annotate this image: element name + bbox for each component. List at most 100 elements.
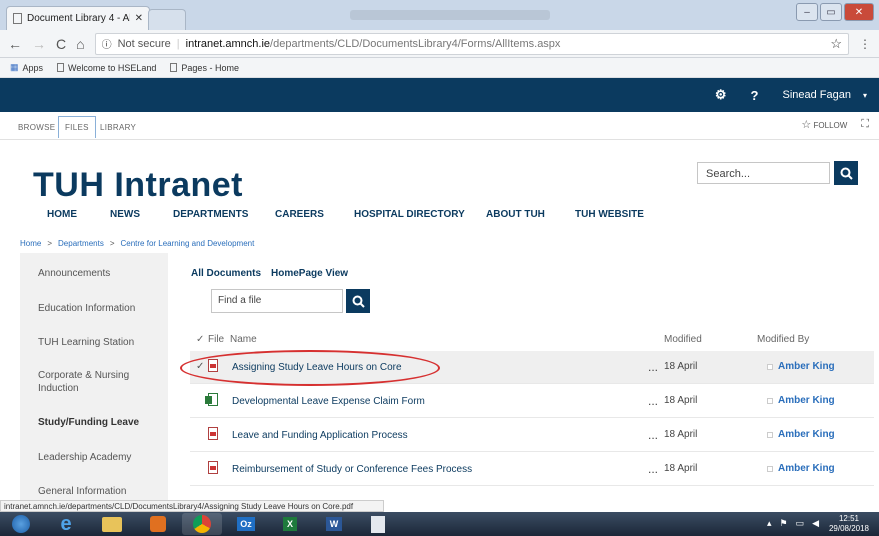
forward-arrow-icon[interactable]: →: [32, 36, 46, 52]
bookmark-pages-home[interactable]: Pages - Home: [170, 63, 239, 73]
more-options-button[interactable]: ...: [648, 462, 658, 476]
chevron-down-icon: ▾: [862, 90, 867, 100]
find-file-input[interactable]: Find a file: [211, 289, 343, 313]
chrome-icon[interactable]: [182, 513, 222, 535]
system-tray: ▴ ⚑ ▭ ◀: [767, 518, 819, 529]
excel-taskbar-icon[interactable]: X: [270, 513, 310, 535]
breadcrumb-separator: >: [47, 239, 53, 248]
file-name-link[interactable]: Reimbursement of Study or Conference Fee…: [232, 464, 472, 475]
status-bar-url: intranet.amnch.ie/departments/CLD/Docume…: [0, 500, 384, 512]
tab-library[interactable]: LIBRARY: [94, 116, 142, 138]
breadcrumb-home[interactable]: Home: [20, 239, 41, 248]
leftnav-item-study-funding-leave[interactable]: Study/Funding Leave: [38, 416, 158, 429]
file-name-link[interactable]: Leave and Funding Application Process: [232, 430, 408, 441]
tab-browse[interactable]: BROWSE: [12, 116, 61, 138]
media-player-icon[interactable]: [138, 513, 178, 535]
home-icon[interactable]: ⌂: [76, 36, 84, 52]
start-button[interactable]: [4, 513, 38, 535]
outlook-icon[interactable]: Oz: [226, 513, 266, 535]
find-file-button[interactable]: [346, 289, 370, 313]
nav-departments[interactable]: DEPARTMENTS: [173, 209, 248, 220]
leftnav-item-education-information[interactable]: Education Information: [38, 302, 158, 315]
page-icon: [170, 63, 178, 72]
more-options-button[interactable]: ...: [648, 428, 658, 442]
bookmark-star-icon[interactable]: ☆: [830, 36, 842, 52]
word-icon[interactable]: W: [314, 513, 354, 535]
nav-home[interactable]: HOME: [47, 209, 77, 220]
breadcrumb-separator: >: [109, 239, 115, 248]
flag-icon[interactable]: ⚑: [779, 518, 787, 529]
tab-files[interactable]: FILES: [58, 116, 96, 138]
table-row[interactable]: Leave and Funding Application Process ..…: [190, 419, 874, 452]
page-icon: [13, 13, 22, 24]
site-search-button[interactable]: [834, 161, 858, 185]
close-tab-icon[interactable]: ✕: [135, 13, 143, 24]
modified-by-link[interactable]: Amber King: [778, 395, 835, 406]
modified-by-link[interactable]: Amber King: [778, 361, 835, 372]
volume-icon[interactable]: ◀: [812, 518, 819, 529]
more-options-button[interactable]: ...: [648, 360, 658, 374]
reload-icon[interactable]: C: [56, 36, 66, 52]
modified-by: Amber King: [767, 395, 835, 406]
bookmark-apps[interactable]: ▦ Apps: [10, 62, 43, 73]
leftnav-item-announcements[interactable]: Announcements: [38, 267, 158, 280]
tab-title: Document Library 4 - All: [27, 13, 130, 24]
site-title[interactable]: TUH Intranet: [33, 166, 243, 205]
breadcrumb-cld[interactable]: Centre for Learning and Development: [120, 239, 254, 248]
table-row[interactable]: Developmental Leave Expense Claim Form .…: [190, 385, 874, 418]
nav-hospital-directory[interactable]: HOSPITAL DIRECTORY: [354, 209, 465, 220]
help-button[interactable]: ?: [739, 78, 771, 112]
info-icon[interactable]: ⓘ: [102, 36, 112, 51]
excel-icon: [205, 393, 218, 406]
menu-icon[interactable]: ⋮: [859, 37, 871, 51]
divider: |: [176, 37, 180, 50]
follow-button[interactable]: ☆ FOLLOW: [801, 118, 847, 131]
column-header-file-type[interactable]: File: [208, 334, 224, 345]
more-options-button[interactable]: ...: [648, 394, 658, 408]
table-row[interactable]: Reimbursement of Study or Conference Fee…: [190, 453, 874, 486]
left-navigation: Announcements Education Information TUH …: [20, 253, 168, 501]
system-clock[interactable]: 12:51 29/08/2018: [829, 514, 869, 534]
leftnav-item-induction[interactable]: Corporate & Nursing Induction: [38, 369, 158, 395]
star-icon: ☆: [801, 119, 812, 131]
back-arrow-icon[interactable]: ←: [8, 36, 22, 52]
address-bar[interactable]: ⓘ Not secure | intranet.amnch.ie/departm…: [94, 32, 849, 55]
window-close-button[interactable]: ✕: [844, 3, 874, 21]
maximize-button[interactable]: ▭: [820, 3, 842, 21]
breadcrumb: Home > Departments > Centre for Learning…: [20, 239, 254, 248]
presence-icon: [767, 397, 773, 404]
focus-content-icon[interactable]: ⛶: [861, 118, 869, 131]
site-search-input[interactable]: Search...: [697, 162, 830, 184]
document-icon[interactable]: [358, 513, 398, 535]
nav-news[interactable]: NEWS: [110, 209, 140, 220]
minimize-button[interactable]: –: [796, 3, 818, 21]
column-header-modified[interactable]: Modified: [664, 334, 702, 345]
settings-gear-button[interactable]: ⚙: [703, 78, 739, 112]
browser-tab[interactable]: Document Library 4 - All ✕: [6, 6, 150, 30]
modified-date: 18 April: [664, 361, 698, 372]
modified-date: 18 April: [664, 395, 698, 406]
breadcrumb-departments[interactable]: Departments: [58, 239, 104, 248]
view-all-documents[interactable]: All Documents: [191, 268, 261, 279]
internet-explorer-icon[interactable]: e: [46, 513, 86, 535]
new-tab-button[interactable]: [148, 9, 186, 30]
user-menu[interactable]: Sinead Fagan ▾: [770, 78, 879, 112]
file-explorer-icon[interactable]: [92, 513, 132, 535]
nav-about-tuh[interactable]: ABOUT TUH: [486, 209, 545, 220]
modified-by: Amber King: [767, 429, 835, 440]
column-header-name[interactable]: Name: [230, 334, 257, 345]
select-all-checkbox[interactable]: ✓: [196, 334, 204, 345]
nav-careers[interactable]: CAREERS: [275, 209, 324, 220]
column-header-modified-by[interactable]: Modified By: [757, 334, 809, 345]
leftnav-item-general-information[interactable]: General Information: [38, 485, 158, 498]
file-name-link[interactable]: Developmental Leave Expense Claim Form: [232, 396, 425, 407]
tray-arrow-icon[interactable]: ▴: [767, 518, 772, 529]
bookmark-hseland[interactable]: Welcome to HSELand: [57, 63, 156, 73]
leftnav-item-leadership-academy[interactable]: Leadership Academy: [38, 451, 158, 464]
leftnav-item-learning-station[interactable]: TUH Learning Station: [38, 336, 158, 349]
nav-tuh-website[interactable]: TUH WEBSITE: [575, 209, 644, 220]
view-homepage[interactable]: HomePage View: [271, 268, 348, 279]
modified-by-link[interactable]: Amber King: [778, 463, 835, 474]
network-icon[interactable]: ▭: [796, 518, 805, 529]
modified-by-link[interactable]: Amber King: [778, 429, 835, 440]
